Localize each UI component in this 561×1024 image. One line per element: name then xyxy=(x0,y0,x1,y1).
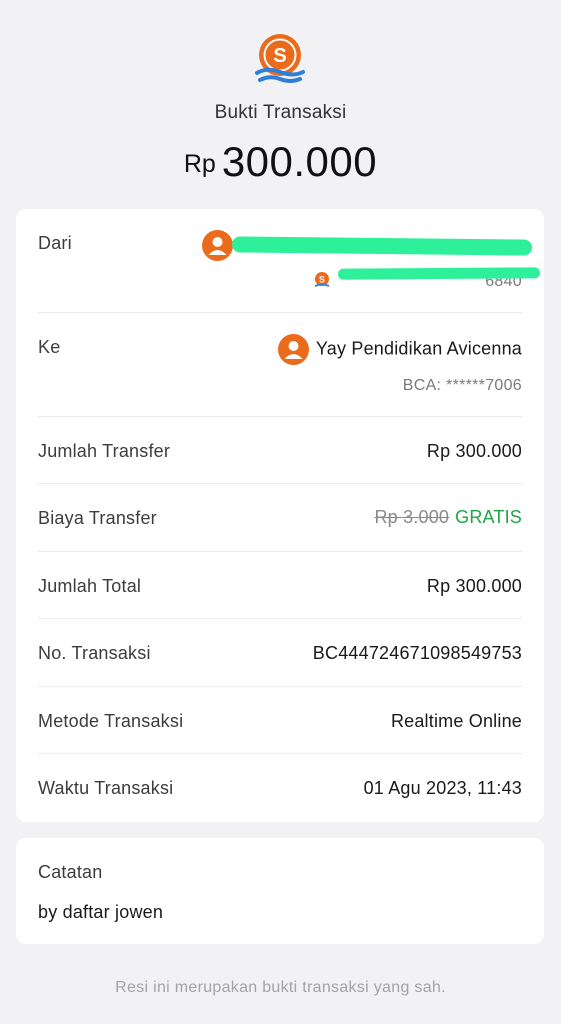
transaction-number-value[interactable]: BC444724671098549753 xyxy=(313,643,522,664)
transfer-fee-row: Biaya Transfer Rp 3.000 GRATIS xyxy=(38,484,522,552)
transaction-number-row: No. Transaksi BC444724671098549753 xyxy=(38,619,522,687)
svg-text:S: S xyxy=(273,45,286,67)
note-text: by daftar jowen xyxy=(38,902,164,922)
to-account-name: Yay Pendidikan Avicenna xyxy=(277,334,522,365)
transaction-details-card: Dari S 6840 Ke Yay Pendidikan Avicenna B… xyxy=(16,209,544,822)
recipient-account: BCA: ******7006 xyxy=(402,377,522,394)
receipt-title: Bukti Transaksi xyxy=(214,102,347,123)
transfer-amount-label: Jumlah Transfer xyxy=(38,441,171,461)
transfer-fee-label: Biaya Transfer xyxy=(38,508,157,528)
user-avatar-icon xyxy=(201,230,233,261)
redaction-mark xyxy=(231,236,533,256)
transaction-method-label: Metode Transaksi xyxy=(38,711,184,731)
note-label: Catatan xyxy=(38,862,103,882)
transaction-amount: Rp 300.000 xyxy=(0,138,561,186)
total-amount-value: Rp 300.000 xyxy=(426,576,522,596)
transaction-method-row: Metode Transaksi Realtime Online xyxy=(38,687,522,754)
recipient-name: Yay Pendidikan Avicenna xyxy=(315,338,522,359)
original-fee: Rp 3.000 xyxy=(374,507,450,527)
seabank-logo-icon: S xyxy=(255,34,305,83)
seabank-small-icon: S xyxy=(314,272,330,287)
amount-value: 300.000 xyxy=(221,138,378,185)
total-amount-label: Jumlah Total xyxy=(38,576,142,596)
to-row: Ke Yay Pendidikan Avicenna BCA: ******70… xyxy=(38,313,522,417)
from-label: Dari xyxy=(38,233,72,253)
transaction-time-value: 01 Agu 2023, 11:43 xyxy=(363,778,522,798)
from-row: Dari S 6840 xyxy=(38,209,541,313)
free-badge: GRATIS xyxy=(455,507,522,527)
svg-text:S: S xyxy=(319,275,325,285)
receipt-footer-text: Resi ini merupakan bukti transaksi yang … xyxy=(115,979,446,996)
user-avatar-icon xyxy=(277,334,309,365)
transaction-method-value: Realtime Online xyxy=(390,711,522,731)
transfer-fee-value: Rp 3.000 GRATIS xyxy=(374,507,522,528)
transfer-amount-value: Rp 300.000 xyxy=(426,441,522,461)
to-label: Ke xyxy=(38,337,61,357)
transaction-time-row: Waktu Transaksi 01 Agu 2023, 11:43 xyxy=(38,754,522,822)
receipt-header: S Bukti Transaksi Rp 300.000 xyxy=(0,0,561,200)
amount-currency: Rp xyxy=(183,150,216,178)
transaction-number-label: No. Transaksi xyxy=(38,643,151,663)
transfer-amount-row: Jumlah Transfer Rp 300.000 xyxy=(38,417,522,484)
note-card: Catatan by daftar jowen xyxy=(16,838,544,944)
total-amount-row: Jumlah Total Rp 300.000 xyxy=(38,552,522,619)
transaction-time-label: Waktu Transaksi xyxy=(38,778,174,798)
redaction-mark xyxy=(337,267,541,280)
